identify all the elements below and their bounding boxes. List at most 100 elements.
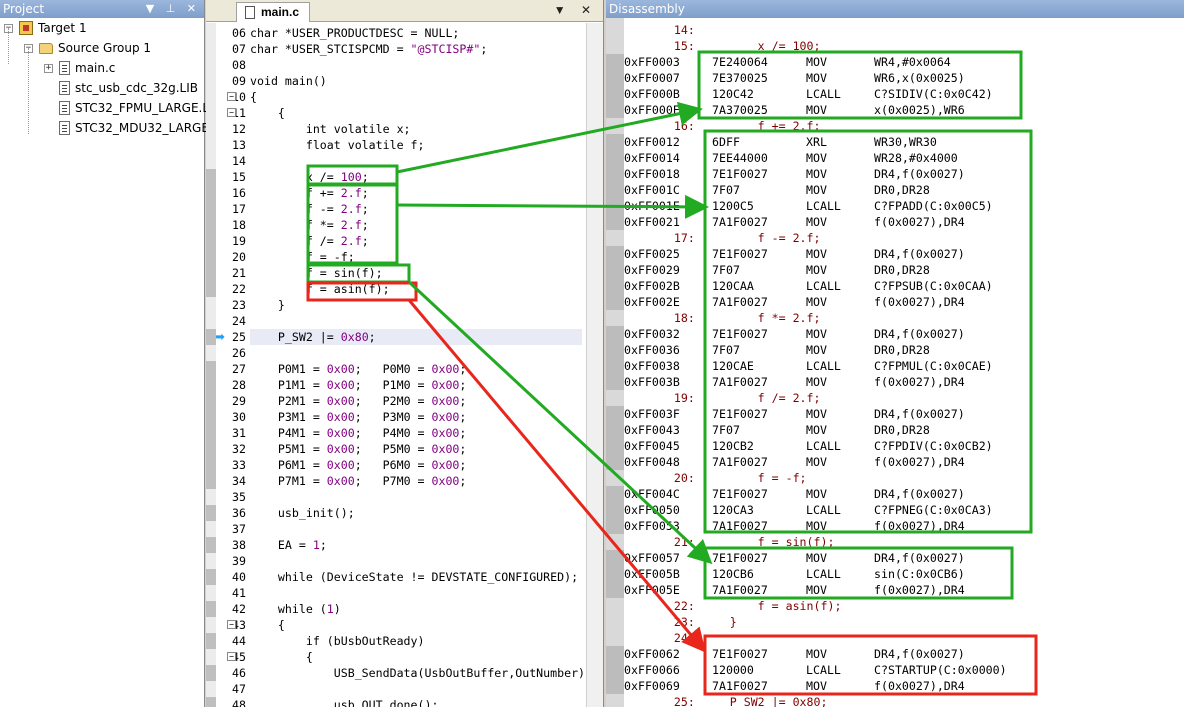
source-line: 16: f += 2.f;	[646, 119, 821, 133]
asm-coverage-mark	[606, 150, 624, 166]
asm-op: MOV	[806, 247, 827, 261]
asm-op: MOV	[806, 103, 827, 117]
asm-op: MOV	[806, 183, 827, 197]
asm-op: MOV	[806, 551, 827, 565]
asm-op: MOV	[806, 263, 827, 277]
line-number: 23	[232, 298, 246, 312]
asm-args: DR4,f(0x0027)	[874, 407, 965, 421]
tree-item[interactable]: stc_usb_cdc_32g.LIB	[44, 78, 198, 98]
code-coverage-mark	[206, 457, 216, 473]
fold-toggle-icon[interactable]: −	[227, 108, 236, 117]
tree-item-label: Source Group 1	[58, 41, 152, 55]
asm-addr: 0xFF003F	[624, 407, 680, 421]
execution-arrow-icon: ➡	[214, 329, 225, 344]
asm-args: f(0x0027),DR4	[874, 455, 965, 469]
line-number: 28	[232, 378, 246, 392]
line-number: 13	[232, 138, 246, 152]
asm-hex: 7F07	[712, 183, 740, 197]
asm-coverage-mark	[606, 198, 624, 214]
asm-coverage-mark	[606, 550, 624, 566]
asm-args: f(0x0027),DR4	[874, 375, 965, 389]
number-literal: 1	[312, 538, 320, 552]
code-line: f /= 2.f;	[250, 234, 369, 248]
code-line: {	[250, 618, 285, 632]
asm-args: DR4,f(0x0027)	[874, 247, 965, 261]
source-line: 22: f = asin(f);	[646, 599, 842, 613]
asm-addr: 0xFF0043	[624, 423, 680, 437]
file-icon	[59, 101, 70, 115]
asm-addr: 0xFF001E	[624, 199, 680, 213]
line-number: 44	[232, 634, 246, 648]
asm-op: MOV	[806, 295, 827, 309]
code-line: float volatile f;	[250, 138, 425, 152]
code-coverage-mark	[206, 473, 216, 489]
asm-op: MOV	[806, 375, 827, 389]
asm-coverage-mark	[606, 646, 624, 662]
number-literal: 1	[326, 602, 334, 616]
code-coverage-mark	[206, 233, 216, 249]
fold-toggle-icon[interactable]: −	[227, 92, 236, 101]
line-number: 40	[232, 570, 246, 584]
asm-coverage-mark	[606, 662, 624, 678]
asm-args: f(0x0027),DR4	[874, 295, 965, 309]
asm-hex: 120000	[712, 663, 754, 677]
string-literal: "@STCISP#"	[410, 42, 481, 56]
line-number: 47	[232, 682, 246, 696]
tree-item[interactable]: − Target 1	[4, 18, 87, 38]
tree-item[interactable]: + main.c	[44, 58, 115, 78]
asm-args: f(0x0027),DR4	[874, 519, 965, 533]
line-number: 07	[232, 42, 246, 56]
asm-args: f(0x0027),DR4	[874, 583, 965, 597]
tree-item[interactable]: STC32_FPMU_LARGE.LIB	[44, 98, 221, 118]
tab-main-c[interactable]: main.c	[236, 2, 311, 22]
fold-toggle-icon[interactable]: −	[227, 620, 236, 629]
asm-args: C?FPDIV(C:0x0CB2)	[874, 439, 993, 453]
line-number: 19	[232, 234, 246, 248]
code-line: P3M1 = 0x00; P3M0 = 0x00;	[250, 410, 467, 424]
asm-hex: 7E1F0027	[712, 247, 768, 261]
project-pane-buttons[interactable]: ▼ ⊥ ✕	[146, 0, 200, 18]
code-line: }	[250, 298, 285, 312]
asm-coverage-mark	[606, 294, 624, 310]
tree-item-label: main.c	[75, 61, 116, 75]
tree-item[interactable]: − Source Group 1	[24, 38, 151, 58]
asm-op: LCALL	[806, 279, 841, 293]
asm-coverage-mark	[606, 134, 624, 150]
number-literal: 0x00	[431, 410, 460, 424]
line-number: 42	[232, 602, 246, 616]
editor-tabbar: main.c ▼ ✕	[206, 0, 603, 22]
tab-controls[interactable]: ▼ ✕	[554, 3, 597, 17]
asm-args: DR4,f(0x0027)	[874, 647, 965, 661]
asm-hex: 7E1F0027	[712, 551, 768, 565]
asm-args: C?SIDIV(C:0x0C42)	[874, 87, 993, 101]
asm-hex: 120C42	[712, 87, 754, 101]
number-literal: 2.f	[340, 202, 362, 216]
asm-op: MOV	[806, 519, 827, 533]
tab-label: main.c	[261, 5, 300, 19]
source-line: 19: f /= 2.f;	[646, 391, 821, 405]
asm-addr: 0xFF0036	[624, 343, 680, 357]
asm-coverage-mark	[606, 374, 624, 390]
asm-hex: 120CA3	[712, 503, 754, 517]
line-number: 12	[232, 122, 246, 136]
number-literal: 0x00	[431, 474, 460, 488]
fold-toggle-icon[interactable]: −	[227, 652, 236, 661]
code-area[interactable]: char *USER_PRODUCTDESC = NULL; char *USER…	[250, 23, 585, 707]
number-literal: 0x00	[431, 442, 460, 456]
expand-icon[interactable]: +	[44, 63, 53, 73]
line-number: 36	[232, 506, 246, 520]
asm-hex: 120CB6	[712, 567, 754, 581]
target-icon	[19, 21, 33, 35]
asm-op: MOV	[806, 151, 827, 165]
code-line: usb_init();	[250, 506, 355, 520]
code-line: while (DeviceState != DEVSTATE_CONFIGURE…	[250, 570, 579, 584]
asm-op: MOV	[806, 215, 827, 229]
number-literal: 0x00	[326, 362, 355, 376]
asm-hex: 120CAA	[712, 279, 754, 293]
editor-scrollbar[interactable]	[586, 23, 603, 707]
tree-item[interactable]: STC32_MDU32_LARGE.LIB	[44, 118, 231, 138]
asm-hex: 7A1F0027	[712, 215, 768, 229]
asm-addr: 0xFF0066	[624, 663, 680, 677]
number-literal: 2.f	[340, 218, 362, 232]
number-literal: 0x00	[326, 378, 355, 392]
